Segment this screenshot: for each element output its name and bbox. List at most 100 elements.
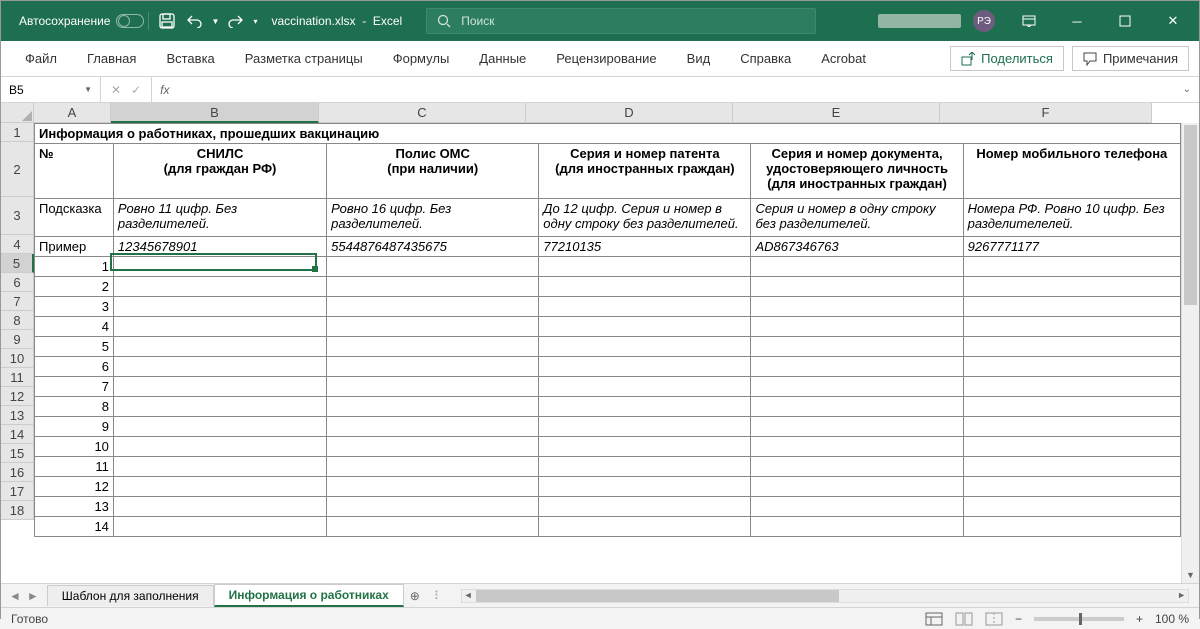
- cell[interactable]: [327, 257, 539, 277]
- cell[interactable]: [539, 517, 751, 537]
- row-header-13[interactable]: 13: [1, 406, 34, 425]
- name-box[interactable]: B5 ▼: [1, 77, 101, 102]
- cell[interactable]: [327, 377, 539, 397]
- cell[interactable]: [113, 477, 326, 497]
- tab-home[interactable]: Главная: [73, 45, 150, 72]
- tab-review[interactable]: Рецензирование: [542, 45, 670, 72]
- cell[interactable]: [113, 497, 326, 517]
- cell[interactable]: [539, 457, 751, 477]
- row-header-12[interactable]: 12: [1, 387, 34, 406]
- cell[interactable]: [539, 477, 751, 497]
- cell-row-12-num[interactable]: 12: [35, 477, 114, 497]
- row-header-7[interactable]: 7: [1, 292, 34, 311]
- cell[interactable]: [963, 497, 1180, 517]
- cell[interactable]: [751, 397, 963, 417]
- cell[interactable]: [963, 277, 1180, 297]
- avatar[interactable]: РЭ: [973, 10, 995, 32]
- cell[interactable]: [963, 317, 1180, 337]
- column-header-D[interactable]: D: [526, 103, 733, 123]
- select-all-corner[interactable]: [1, 103, 34, 123]
- cell[interactable]: [751, 377, 963, 397]
- cell[interactable]: [751, 417, 963, 437]
- tab-data[interactable]: Данные: [465, 45, 540, 72]
- row-header-16[interactable]: 16: [1, 463, 34, 482]
- hint-doc[interactable]: Серия и номер в одну строку без разделит…: [751, 199, 963, 237]
- tab-insert[interactable]: Вставка: [152, 45, 228, 72]
- example-label[interactable]: Пример: [35, 237, 114, 257]
- example-doc[interactable]: AD867346763: [751, 237, 963, 257]
- cell[interactable]: [963, 377, 1180, 397]
- share-button[interactable]: Поделиться: [950, 46, 1064, 71]
- cell[interactable]: [751, 257, 963, 277]
- cell[interactable]: [113, 317, 326, 337]
- cell[interactable]: [963, 357, 1180, 377]
- tab-formulas[interactable]: Формулы: [379, 45, 464, 72]
- cell[interactable]: [751, 497, 963, 517]
- cell[interactable]: [963, 437, 1180, 457]
- column-header-A[interactable]: A: [34, 103, 111, 123]
- cell[interactable]: [963, 337, 1180, 357]
- example-snils[interactable]: 12345678901: [113, 237, 326, 257]
- cell[interactable]: [751, 317, 963, 337]
- cell[interactable]: [751, 297, 963, 317]
- tab-view[interactable]: Вид: [673, 45, 725, 72]
- cell-row-14-num[interactable]: 14: [35, 517, 114, 537]
- cancel-formula-icon[interactable]: ✕: [111, 83, 121, 97]
- accept-formula-icon[interactable]: ✓: [131, 83, 141, 97]
- cell[interactable]: [327, 417, 539, 437]
- cell[interactable]: [539, 297, 751, 317]
- cell[interactable]: [327, 437, 539, 457]
- cell[interactable]: [327, 497, 539, 517]
- row-header-18[interactable]: 18: [1, 501, 34, 520]
- row-header-1[interactable]: 1: [1, 123, 34, 142]
- undo-dropdown-icon[interactable]: ▼: [209, 7, 221, 35]
- hint-label[interactable]: Подсказка: [35, 199, 114, 237]
- cell[interactable]: [539, 317, 751, 337]
- row-header-2[interactable]: 2: [1, 142, 34, 197]
- cell-row-11-num[interactable]: 11: [35, 457, 114, 477]
- tab-help[interactable]: Справка: [726, 45, 805, 72]
- cell[interactable]: [327, 317, 539, 337]
- cell[interactable]: [963, 477, 1180, 497]
- cell[interactable]: [113, 397, 326, 417]
- add-sheet-icon[interactable]: ⊕: [404, 589, 426, 603]
- cell[interactable]: [113, 437, 326, 457]
- sheet-title[interactable]: Информация о работниках, прошедших вакци…: [35, 124, 1181, 144]
- cell[interactable]: [327, 397, 539, 417]
- cell[interactable]: [539, 377, 751, 397]
- vertical-scrollbar[interactable]: ▲ ▼: [1181, 123, 1199, 583]
- column-header-B[interactable]: B: [111, 103, 319, 123]
- cell[interactable]: [327, 277, 539, 297]
- autosave-toggle[interactable]: Автосохранение: [19, 14, 144, 28]
- sheet-tab-workers[interactable]: Информация о работниках: [214, 584, 404, 607]
- column-header-E[interactable]: E: [733, 103, 940, 123]
- cell[interactable]: [963, 517, 1180, 537]
- cell[interactable]: [751, 337, 963, 357]
- hscroll-thumb[interactable]: [476, 590, 839, 602]
- cell-row-9-num[interactable]: 9: [35, 417, 114, 437]
- sheet-nav-next-icon[interactable]: ►: [27, 589, 39, 603]
- fx-icon[interactable]: fx: [152, 83, 177, 97]
- row-header-9[interactable]: 9: [1, 330, 34, 349]
- expand-formula-bar-icon[interactable]: ⌄: [1175, 84, 1199, 95]
- scroll-thumb[interactable]: [1184, 125, 1197, 305]
- comments-button[interactable]: Примечания: [1072, 46, 1189, 71]
- ribbon-display-icon[interactable]: [1007, 1, 1051, 41]
- cell[interactable]: [539, 337, 751, 357]
- redo-icon[interactable]: [221, 7, 249, 35]
- hint-patent[interactable]: До 12 цифр. Серия и номер в одну строку …: [539, 199, 751, 237]
- column-header-C[interactable]: C: [319, 103, 526, 123]
- cell[interactable]: [751, 457, 963, 477]
- row-header-8[interactable]: 8: [1, 311, 34, 330]
- cell[interactable]: [539, 497, 751, 517]
- row-header-15[interactable]: 15: [1, 444, 34, 463]
- cell-row-1-num[interactable]: 1: [35, 257, 114, 277]
- cell-row-7-num[interactable]: 7: [35, 377, 114, 397]
- cell-row-13-num[interactable]: 13: [35, 497, 114, 517]
- cell-row-3-num[interactable]: 3: [35, 297, 114, 317]
- hint-snils[interactable]: Ровно 11 цифр. Без разделителей.: [113, 199, 326, 237]
- cell[interactable]: [539, 437, 751, 457]
- cell[interactable]: [539, 357, 751, 377]
- cell[interactable]: [963, 417, 1180, 437]
- cell[interactable]: [963, 297, 1180, 317]
